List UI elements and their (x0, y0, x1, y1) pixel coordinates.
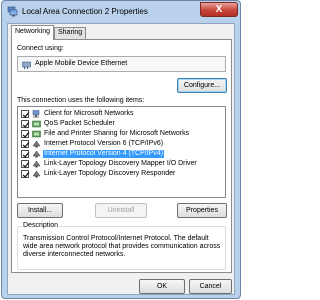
item-label: File and Printer Sharing for Microsoft N… (44, 130, 190, 137)
properties-button[interactable]: Properties (177, 203, 227, 218)
item-label: Internet Protocol Version 4 (TCP/IPv4) (43, 150, 165, 158)
item-label: Link-Layer Topology Discovery Responder (44, 170, 176, 177)
checkbox[interactable] (21, 140, 30, 148)
configure-button[interactable]: Configure... (177, 78, 227, 93)
close-button[interactable]: X (200, 2, 238, 17)
description-text: Transmission Control Protocol/Internet P… (23, 235, 221, 258)
checkbox[interactable] (21, 120, 30, 128)
checkbox[interactable] (21, 170, 30, 178)
checkbox[interactable] (21, 130, 30, 138)
checkmark-icon (22, 151, 30, 158)
uninstall-button[interactable]: Uninstall (95, 203, 147, 218)
adapter-name: Apple Mobile Device Ethernet (35, 60, 128, 67)
checkmark-icon (22, 161, 30, 168)
description-title: Description (22, 222, 60, 229)
checkmark-icon (22, 111, 30, 118)
ok-button[interactable]: OK (139, 279, 185, 294)
list-item[interactable]: Internet Protocol Version 6 (TCP/IPv6) (19, 139, 224, 149)
protocol-icon (32, 140, 41, 148)
network-client-icon (32, 110, 41, 118)
network-service-icon (32, 120, 41, 128)
adapter-field: Apple Mobile Device Ethernet (17, 56, 226, 72)
checkbox[interactable] (21, 110, 30, 118)
items-label: This connection uses the following items… (17, 97, 145, 104)
components-list[interactable]: Client for Microsoft Networks QoS Packet… (17, 106, 226, 198)
tab-networking[interactable]: Networking (11, 25, 55, 40)
item-label: Link-Layer Topology Discovery Mapper I/O… (44, 160, 197, 167)
list-item[interactable]: Link-Layer Topology Discovery Responder (19, 169, 224, 179)
networking-panel: Connect using: Apple Mobile Device Ether… (11, 39, 232, 273)
cancel-button[interactable]: Cancel (189, 279, 232, 294)
install-button[interactable]: Install... (17, 203, 63, 218)
protocol-icon (32, 150, 41, 158)
network-service-icon (32, 130, 41, 138)
properties-dialog: Local Area Connection 2 Properties X Net… (1, 0, 241, 299)
protocol-icon (32, 170, 41, 178)
dialog-client-area: Networking Sharing Connect using: Apple … (7, 23, 235, 295)
tab-sharing[interactable]: Sharing (54, 27, 87, 39)
item-label: Client for Microsoft Networks (44, 110, 134, 117)
description-group: Description Transmission Control Protoco… (17, 222, 226, 270)
list-item-selected[interactable]: Internet Protocol Version 4 (TCP/IPv4) (19, 149, 224, 159)
network-connection-icon (7, 6, 18, 17)
checkmark-icon (22, 131, 30, 138)
network-adapter-icon (22, 60, 31, 69)
item-label: QoS Packet Scheduler (44, 120, 115, 127)
list-item[interactable]: Client for Microsoft Networks (19, 109, 224, 119)
checkmark-icon (22, 171, 30, 178)
protocol-icon (32, 160, 41, 168)
connect-using-label: Connect using: (17, 45, 64, 52)
checkmark-icon (22, 121, 30, 128)
close-icon: X (215, 4, 223, 15)
list-item[interactable]: QoS Packet Scheduler (19, 119, 224, 129)
checkbox[interactable] (21, 160, 30, 168)
list-item[interactable]: File and Printer Sharing for Microsoft N… (19, 129, 224, 139)
item-label: Internet Protocol Version 6 (TCP/IPv6) (44, 140, 164, 147)
checkmark-icon (22, 141, 30, 148)
window-title: Local Area Connection 2 Properties (22, 7, 148, 16)
list-item[interactable]: Link-Layer Topology Discovery Mapper I/O… (19, 159, 224, 169)
title-bar[interactable]: Local Area Connection 2 Properties X (2, 1, 240, 23)
checkbox[interactable] (21, 150, 30, 158)
